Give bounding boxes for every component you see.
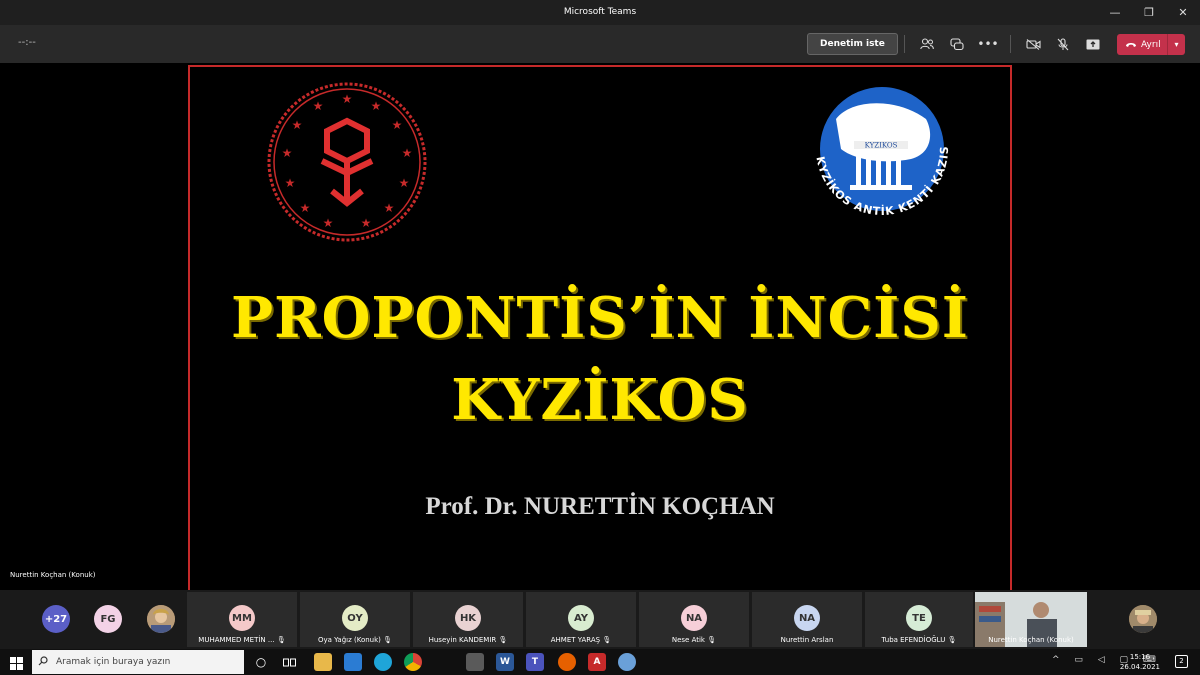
slide-title-line2: KYZİKOS [451,367,749,433]
toolbar-divider [1010,35,1011,53]
participant-avatar: TE [906,605,932,631]
search-icon [38,655,48,669]
search-placeholder: Aramak için buraya yazın [56,657,171,667]
camera-app-icon[interactable] [466,653,484,671]
participant-tile[interactable]: NA Nese Atik 🎙︎ [639,592,749,647]
participant-tile[interactable]: MM MUHAMMED METİN ... 🎙︎ [187,592,297,647]
svg-text:★: ★ [285,176,296,190]
participant-name: Nurettin Koçhan (Konuk) [988,636,1074,644]
right-logo-banner: KYZIKOS [865,142,898,150]
people-icon[interactable] [916,33,938,55]
acrobat-reader-icon[interactable]: A [588,653,606,671]
shared-content-stage: ★ ★ ★ ★ ★ ★ ★ ★ ★ ★ ★ ★ ★ KYZIKOS KYZİKO… [0,63,1200,590]
minimize-button[interactable]: — [1098,0,1132,25]
close-button[interactable]: ✕ [1166,0,1200,25]
mic-off-icon: 🎙︎ [707,636,717,644]
cortana-icon[interactable]: ○ [252,653,270,671]
presenter-name-label: Nurettin Koçhan (Konuk) [10,571,96,579]
mic-off-icon: 🎙︎ [947,636,957,644]
request-control-button[interactable]: Denetim iste [807,33,898,55]
participant-photo-avatar[interactable] [1129,605,1157,633]
ministry-emblem-icon: ★ ★ ★ ★ ★ ★ ★ ★ ★ ★ ★ ★ ★ [267,82,427,242]
participant-name: Oya Yağız (Konuk) 🎙︎ [317,636,393,644]
mic-off-icon: 🎙︎ [602,636,612,644]
participant-tile[interactable]: AY AHMET YARAŞ 🎙︎ [526,592,636,647]
clock-date: 26.04.2021 [1119,663,1160,671]
svg-text:★: ★ [313,99,324,113]
participant-tile[interactable]: HK Huseyin KANDEMIR 🎙︎ [413,592,523,647]
meeting-timer: --:-- [18,37,36,48]
presentation-slide: ★ ★ ★ ★ ★ ★ ★ ★ ★ ★ ★ ★ ★ KYZIKOS KYZİKO… [188,65,1012,590]
slide-author: Prof. Dr. NURETTİN KOÇHAN [425,493,775,520]
window-title: Microsoft Teams [563,7,637,17]
participant-video-tile[interactable]: Nurettin Koçhan (Konuk) [975,592,1087,647]
teams-app-icon[interactable]: T [526,653,544,671]
svg-text:★: ★ [323,216,334,230]
mic-off-icon: 🎙︎ [498,636,508,644]
chat-icon[interactable] [946,33,968,55]
more-options-icon[interactable]: ••• [977,33,999,55]
mic-off-icon[interactable] [1052,33,1074,55]
participant-name: AHMET YARAŞ 🎙︎ [550,636,612,644]
task-view-icon[interactable] [280,653,298,671]
participant-photo-avatar[interactable] [147,605,175,633]
edge-browser-icon[interactable] [374,653,392,671]
chevron-down-icon[interactable]: ▾ [1167,34,1185,55]
participant-strip: +27 FG MM MUHAMMED METİN ... 🎙︎ OY Oya Y… [0,590,1200,649]
toolbar-divider [904,35,905,53]
participant-tile[interactable]: NA Nurettin Arslan [752,592,862,647]
chrome-browser-icon[interactable] [404,653,422,671]
window-titlebar: Microsoft Teams — ❐ ✕ [0,0,1200,25]
svg-text:★: ★ [392,118,403,132]
phone-hangup-icon [1126,43,1136,47]
participant-avatar: HK [455,605,481,631]
participant-name: Nese Atik 🎙︎ [671,636,717,644]
firefox-browser-icon[interactable] [558,653,576,671]
participant-tile[interactable]: TE Tuba EFENDİOĞLU 🎙︎ [865,592,973,647]
svg-text:★: ★ [384,201,395,215]
slide-title-line1: PROPONTİS’İN İNCİSİ [231,285,969,351]
participant-name: Huseyin KANDEMIR 🎙︎ [428,636,508,644]
mic-off-icon: 🎙︎ [276,636,286,644]
participant-avatar: OY [342,605,368,631]
participant-avatar: NA [681,605,707,631]
windows-taskbar: Aramak için buraya yazın ○ W T A ^ ▭ ◁ ▢… [0,649,1200,675]
participant-name: MUHAMMED METİN ... 🎙︎ [198,636,286,644]
svg-text:★: ★ [282,146,293,160]
taskbar-search-input[interactable]: Aramak için buraya yazın [32,650,244,674]
svg-text:★: ★ [342,92,353,106]
participant-avatar-fg[interactable]: FG [94,605,122,633]
mail-icon[interactable] [344,653,362,671]
participant-avatar: NA [794,605,820,631]
camera-off-icon[interactable] [1022,33,1044,55]
participant-avatar: MM [229,605,255,631]
clock-time: 15:16 [1129,653,1151,661]
participant-avatar: AY [568,605,594,631]
svg-text:★: ★ [371,99,382,113]
participant-tile[interactable]: OY Oya Yağız (Konuk) 🎙︎ [300,592,410,647]
meeting-toolbar: --:-- Denetim iste ••• Ayrıl ▾ [0,25,1200,63]
overflow-participants-button[interactable]: +27 [42,605,70,633]
leave-button[interactable]: Ayrıl ▾ [1117,34,1185,55]
mic-off-icon: 🎙︎ [383,636,393,644]
participant-name: Tuba EFENDİOĞLU 🎙︎ [881,636,957,644]
leave-label: Ayrıl [1141,39,1161,50]
participant-name: Nurettin Arslan [780,636,834,644]
word-app-icon[interactable]: W [496,653,514,671]
notification-center-icon[interactable]: 2 [1175,655,1188,668]
share-screen-icon[interactable] [1082,33,1104,55]
svg-text:★: ★ [402,146,413,160]
svg-text:★: ★ [399,176,410,190]
file-explorer-icon[interactable] [314,653,332,671]
svg-text:★: ★ [300,201,311,215]
kyzikos-excavation-logo-icon: KYZIKOS KYZİKOS ANTİK KENTİ KAZISI [806,79,950,218]
windows-start-icon[interactable] [10,655,23,674]
restore-button[interactable]: ❐ [1132,0,1166,25]
taskbar-clock[interactable]: 15:16 26.04.2021 [1120,652,1160,672]
svg-text:★: ★ [361,216,372,230]
svg-text:★: ★ [292,118,303,132]
app-pinned-icon[interactable] [618,653,636,671]
